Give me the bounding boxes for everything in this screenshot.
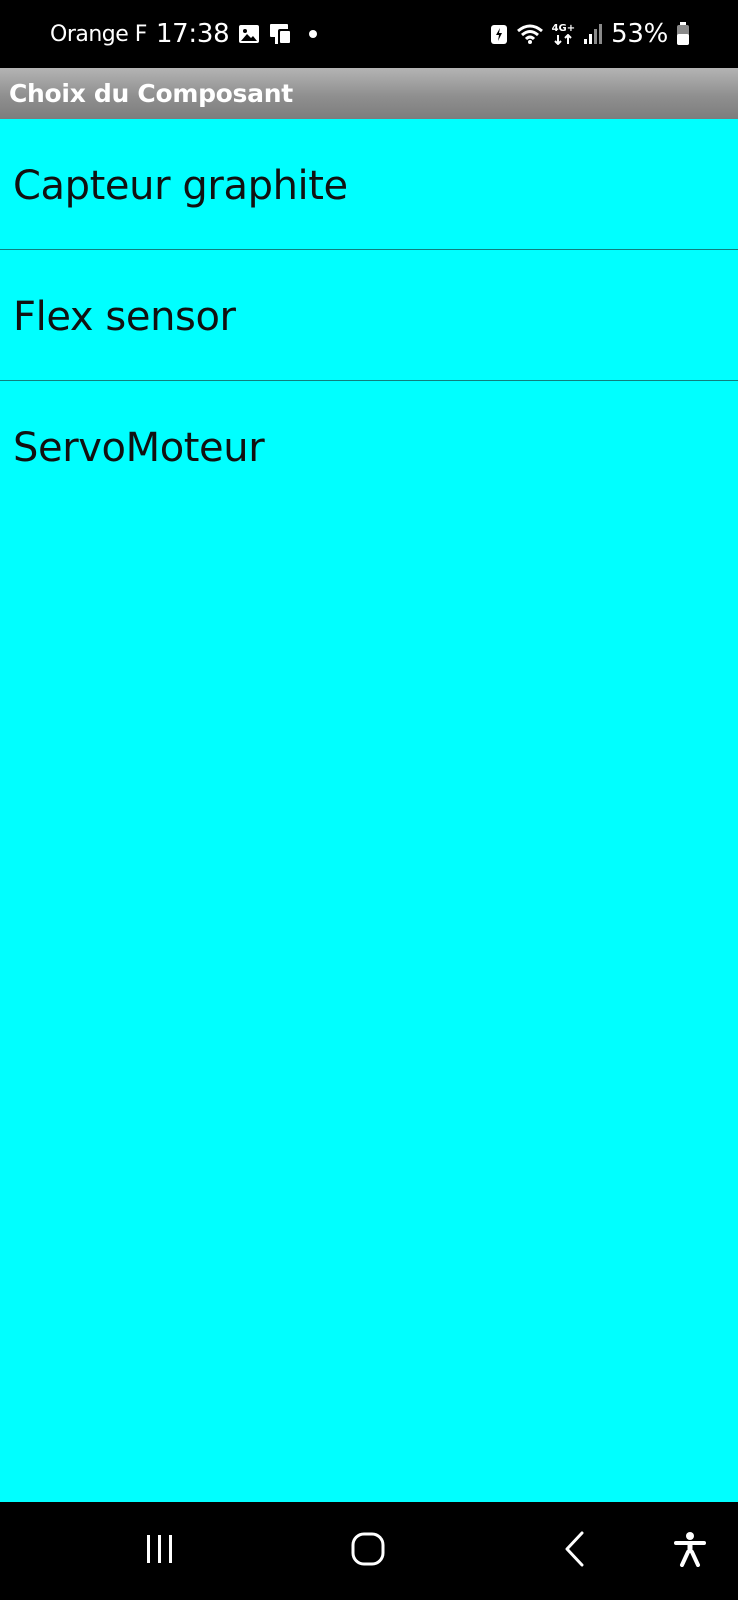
accessibility-icon xyxy=(674,1531,706,1572)
home-button[interactable] xyxy=(328,1502,408,1600)
list-item-capteur-graphite[interactable]: Capteur graphite xyxy=(0,119,738,250)
list-item-label: Capteur graphite xyxy=(13,163,348,209)
navigation-bar xyxy=(0,1502,738,1600)
network-type: 4G+ xyxy=(551,22,576,34)
home-icon xyxy=(351,1532,385,1571)
back-icon xyxy=(562,1531,588,1572)
battery-icon xyxy=(676,22,690,46)
gallery-icon xyxy=(238,23,260,45)
list-item-label: Flex sensor xyxy=(13,294,236,340)
list-item-flex-sensor[interactable]: Flex sensor xyxy=(0,250,738,381)
status-bar-right: 4G+ 53% xyxy=(490,0,690,78)
signal-icon xyxy=(583,23,603,45)
clock: 17:38 xyxy=(155,19,230,49)
notification-dot-icon xyxy=(304,28,322,40)
back-button[interactable] xyxy=(535,1502,615,1600)
title-bar: Choix du Composant xyxy=(0,68,738,119)
recent-apps-icon xyxy=(143,1533,177,1570)
cast-icon xyxy=(269,22,295,46)
recent-apps-button[interactable] xyxy=(120,1502,200,1600)
list-item-label: ServoMoteur xyxy=(13,425,265,471)
list-item-servomoteur[interactable]: ServoMoteur xyxy=(0,381,738,512)
battery-percentage: 53% xyxy=(611,19,668,49)
battery-saver-icon xyxy=(490,23,508,45)
page-title: Choix du Composant xyxy=(9,79,293,108)
status-bar: Orange F 17:38 4G+ 53% xyxy=(0,0,738,68)
component-list: Capteur graphite Flex sensor ServoMoteur xyxy=(0,119,738,512)
carrier-name: Orange F xyxy=(50,21,147,47)
status-bar-left: Orange F 17:38 xyxy=(50,0,322,78)
wifi-icon xyxy=(516,23,544,45)
accessibility-button[interactable] xyxy=(650,1502,730,1600)
screen: Orange F 17:38 4G+ 53% Choix du Composan… xyxy=(0,0,738,1600)
network-arrows-icon: 4G+ xyxy=(551,22,576,45)
